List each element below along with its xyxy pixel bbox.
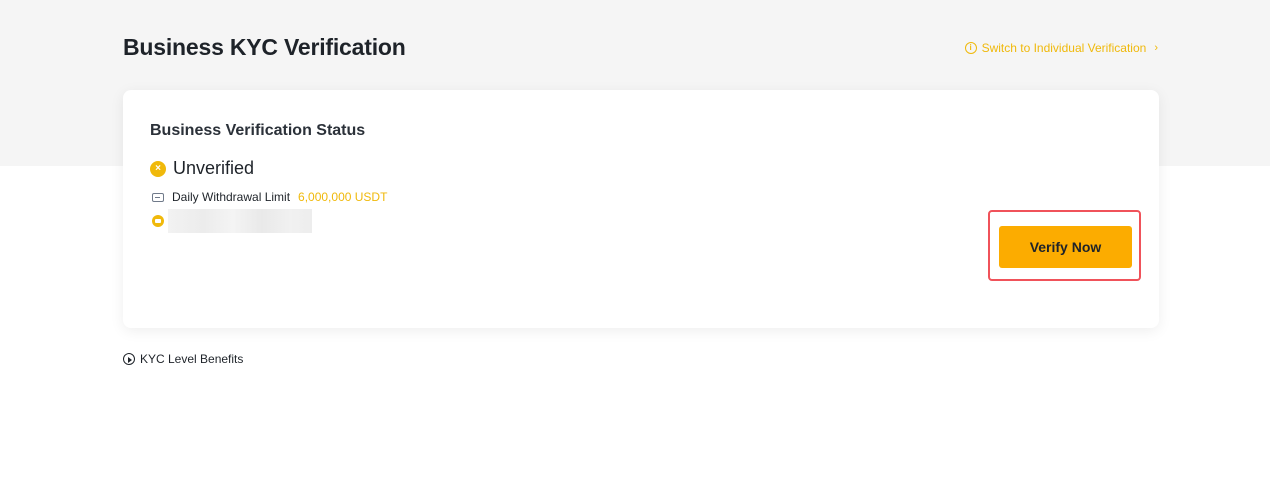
play-circle-icon bbox=[123, 353, 135, 365]
verification-status-card: Business Verification Status × Unverifie… bbox=[123, 90, 1159, 328]
kyc-benefits-link[interactable]: KYC Level Benefits bbox=[123, 352, 243, 366]
benefits-label: KYC Level Benefits bbox=[140, 352, 244, 366]
masked-info-row bbox=[152, 209, 312, 233]
chevron-right-icon: › bbox=[1154, 42, 1158, 54]
verify-now-button[interactable]: Verify Now bbox=[999, 226, 1132, 268]
switch-link-label: Switch to Individual Verification bbox=[981, 41, 1147, 55]
card-icon bbox=[152, 192, 164, 202]
email-icon bbox=[152, 215, 164, 227]
page-title: Business KYC Verification bbox=[123, 34, 406, 60]
status-row: × Unverified bbox=[150, 158, 254, 179]
withdrawal-limit-row: Daily Withdrawal Limit 6,000,000 USDT bbox=[152, 190, 387, 204]
switch-to-individual-link[interactable]: i Switch to Individual Verification › bbox=[964, 41, 1158, 55]
info-icon: i bbox=[964, 42, 977, 54]
card-title: Business Verification Status bbox=[150, 122, 366, 139]
limit-label: Daily Withdrawal Limit bbox=[172, 190, 291, 204]
limit-value: 6,000,000 USDT bbox=[298, 190, 388, 204]
x-circle-icon: × bbox=[150, 160, 166, 177]
status-badge: Unverified bbox=[173, 158, 255, 178]
masked-text bbox=[168, 209, 312, 233]
